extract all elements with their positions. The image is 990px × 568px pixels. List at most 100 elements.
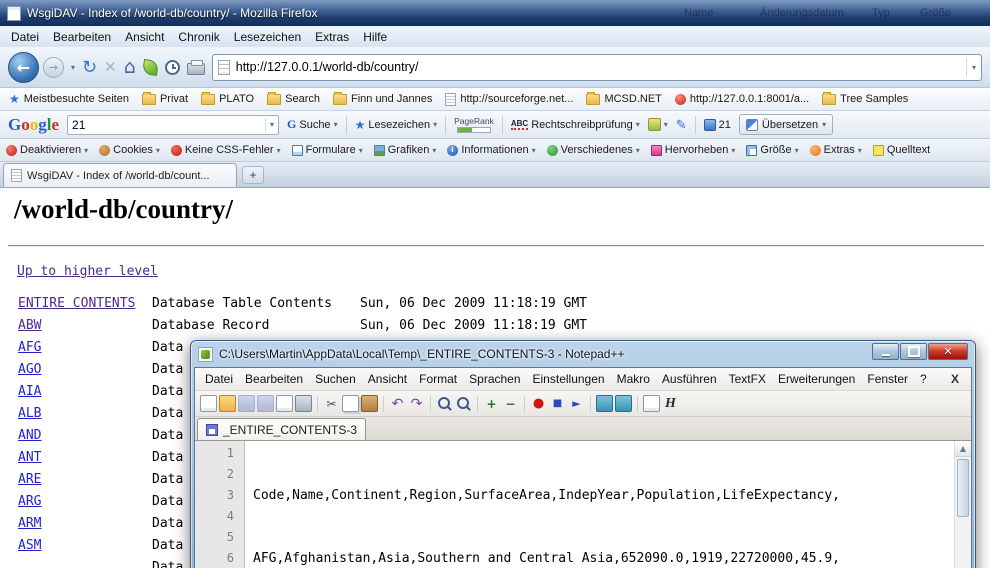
bookmark-mcsd[interactable]: MCSD.NET [586,93,661,105]
entry-link[interactable]: ALB [18,406,41,421]
up-to-higher-level-link[interactable]: Up to higher level [17,264,158,279]
undo-icon[interactable]: ↶ [389,395,406,412]
webdev-deaktivieren[interactable]: Deaktivieren [6,144,88,156]
new-tab-button[interactable]: + [242,166,264,184]
print-icon[interactable] [187,63,205,75]
np-menu-einstellungen[interactable]: Einstellungen [527,370,611,388]
html-preview-icon[interactable]: H [662,395,679,412]
google-search-button[interactable]: Suche [287,117,338,132]
entry-link[interactable]: ASM [18,538,41,553]
zoom-in-icon[interactable]: + [483,395,500,412]
cut-icon[interactable]: ✂ [323,395,340,412]
bookmark-tree-samples[interactable]: Tree Samples [822,93,908,105]
np-menu-textfx[interactable]: TextFX [723,370,772,388]
np-menu-ansicht[interactable]: Ansicht [362,370,413,388]
webdev-formulare[interactable]: Formulare [292,144,363,156]
word-wrap-icon[interactable] [643,395,660,412]
view-monitor-icon[interactable] [596,395,613,412]
np-menu-erweiterungen[interactable]: Erweiterungen [772,370,861,388]
np-menu-format[interactable]: Format [413,370,463,388]
save-all-icon[interactable] [257,395,274,412]
webdev-quelltext[interactable]: Quelltext [873,144,930,156]
menu-lesezeichen[interactable]: Lesezeichen [227,28,308,46]
doc-map-icon[interactable] [615,395,632,412]
menu-extras[interactable]: Extras [308,28,356,46]
stop-icon[interactable]: ✕ [104,58,117,76]
zoom-out-icon[interactable]: − [502,395,519,412]
webdev-verschiedenes[interactable]: Verschiedenes [547,144,640,156]
address-bar[interactable] [212,54,982,81]
spellcheck-button[interactable]: ABCRechtschreibprüfung [511,119,640,131]
menu-datei[interactable]: Datei [4,28,46,46]
webdev-cookies[interactable]: Cookies [99,144,160,156]
close-file-icon[interactable] [276,395,293,412]
minimize-button[interactable] [872,343,899,360]
np-menu-hilfe[interactable]: ? [914,370,933,388]
entry-link[interactable]: AND [18,428,41,443]
np-menu-close[interactable]: X [943,370,967,388]
np-menu-ausfuehren[interactable]: Ausführen [656,370,723,388]
webdev-informationen[interactable]: Informationen [447,144,535,156]
editor-text-area[interactable]: Code,Name,Continent,Region,SurfaceArea,I… [245,441,971,568]
address-input[interactable] [236,60,960,74]
tab-wsgidav[interactable]: WsgiDAV - Index of /world-db/count... [3,163,237,187]
notepad-editor[interactable]: 1 2 3 4 5 6 Code,Name,Continent,Region,S… [195,441,971,568]
play-macro-icon[interactable]: ► [568,395,585,412]
entry-link[interactable]: ABW [18,318,41,333]
webdev-css[interactable]: Keine CSS-Fehler [171,144,281,156]
bookmark-most-visited[interactable]: Meistbesuchte Seiten [9,93,129,105]
save-icon[interactable] [238,395,255,412]
address-dropdown[interactable] [966,58,976,77]
pencil-icon[interactable] [676,117,687,133]
replace-icon[interactable] [455,395,472,412]
record-macro-icon[interactable]: ● [530,395,547,412]
bookmark-search[interactable]: Search [267,93,320,105]
webdev-extras[interactable]: Extras [810,144,862,156]
bookmark-sourceforge[interactable]: http://sourceforge.net... [445,93,573,106]
translate-button[interactable]: Übersetzen [739,114,833,135]
editor-scrollbar[interactable]: ▲ [954,441,971,568]
history-dropdown-icon[interactable] [71,63,75,72]
menu-bearbeiten[interactable]: Bearbeiten [46,28,118,46]
addon-leaf-icon[interactable] [142,59,159,76]
np-menu-bearbeiten[interactable]: Bearbeiten [239,370,309,388]
entry-link[interactable]: AFG [18,340,41,355]
home-icon[interactable]: ⌂ [124,56,136,78]
maximize-button[interactable] [900,343,927,360]
np-menu-makro[interactable]: Makro [611,370,656,388]
notepad-window[interactable]: C:\Users\Martin\AppData\Local\Temp\_ENTI… [190,340,976,568]
close-button[interactable]: ✕ [928,343,968,360]
bookmark-plato[interactable]: PLATO [201,93,254,105]
pagerank-widget[interactable]: PageRank [454,116,494,133]
webdev-grafiken[interactable]: Grafiken [374,144,437,156]
print-icon[interactable] [295,395,312,412]
google-search-input[interactable] [72,118,265,132]
entry-link[interactable]: ENTIRE CONTENTS [18,296,135,311]
autofill-button[interactable] [648,118,668,131]
redo-icon[interactable]: ↷ [408,395,425,412]
copy-icon[interactable] [342,395,359,412]
np-menu-suchen[interactable]: Suchen [309,370,362,388]
reload-icon[interactable]: ↻ [82,57,97,78]
scroll-up-arrow[interactable]: ▲ [955,441,971,457]
menu-chronik[interactable]: Chronik [171,28,226,46]
entry-link[interactable]: ARE [18,472,41,487]
bookmark-finn-und-jannes[interactable]: Finn und Jannes [333,93,432,105]
notepad-tab[interactable]: _ENTIRE_CONTENTS-3 [197,418,366,440]
entry-link[interactable]: ARG [18,494,41,509]
paste-icon[interactable] [361,395,378,412]
entry-link[interactable]: ANT [18,450,41,465]
search-history-dropdown-icon[interactable] [265,118,274,132]
find-icon[interactable] [436,395,453,412]
firefox-titlebar[interactable]: WsgiDAV - Index of /world-db/country/ - … [0,0,990,26]
bookmark-localhost-8001[interactable]: http://127.0.0.1:8001/a... [675,93,809,105]
webdev-hervorheben[interactable]: Hervorheben [651,144,736,156]
back-button[interactable]: ← [8,52,39,83]
scrollbar-thumb[interactable] [957,459,969,517]
np-menu-sprachen[interactable]: Sprachen [463,370,526,388]
history-clock-icon[interactable] [165,60,180,75]
entry-link[interactable]: AGO [18,362,41,377]
google-bookmarks-button[interactable]: Lesezeichen [355,119,438,131]
entry-link[interactable]: ARM [18,516,41,531]
menu-ansicht[interactable]: Ansicht [118,28,171,46]
